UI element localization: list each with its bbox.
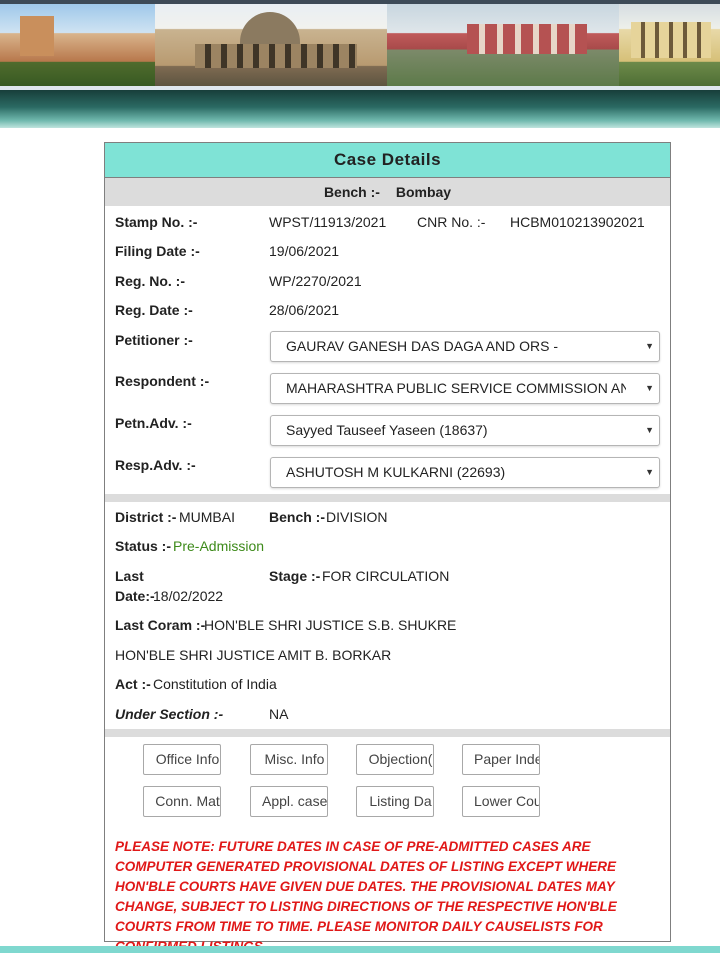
petn-adv-label: Petn.Adv. :- [115,415,192,431]
stamp-label: Stamp No. :- [115,214,198,230]
paper-index-button[interactable]: Paper Inde [462,744,540,775]
please-note-text: PLEASE NOTE: FUTURE DATES IN CASE OF PRE… [115,839,617,954]
reg-date-value: 28/06/2021 [269,302,340,318]
header-teal-bar [0,90,720,128]
section-divider-2 [105,729,670,737]
last-date-label: Last [115,568,144,584]
dropdown-caret-icon: ▼ [645,425,654,435]
resp-adv-select[interactable]: ASHUTOSH M KULKARNI (22693) ▼ [270,457,660,488]
office-info-button[interactable]: Office Info [143,744,221,775]
last-date-label-2: Date:- [115,588,155,604]
coram-value-2: HON'BLE SHRI JUSTICE AMIT B. BORKAR [115,647,392,663]
petn-adv-selected-value: Sayyed Tauseef Yaseen (18637) [286,422,488,438]
district-value: MUMBAI [179,509,235,525]
reg-no-label: Reg. No. :- [115,273,185,289]
petn-adv-select[interactable]: Sayyed Tauseef Yaseen (18637) ▼ [270,415,660,446]
misc-info-button[interactable]: Misc. Info [250,744,328,775]
objection-button[interactable]: Objection( [356,744,434,775]
respondent-label: Respondent :- [115,373,210,389]
district-label: District :- [115,509,177,525]
case-details-panel: Case Details Bench :- Bombay Stamp No. :… [104,142,671,954]
act-value: Constitution of India [153,676,277,692]
bench-row: Bench :- Bombay [105,178,670,206]
header-banner [0,0,720,90]
cnr-value: HCBM010213902021 [510,214,645,230]
dropdown-caret-icon: ▼ [645,467,654,477]
status-value: Pre-Admission [173,538,265,554]
banner-photo-high-court [0,4,155,86]
petitioner-select[interactable]: GAURAV GANESH DAS DAGA AND ORS - ▼ [270,331,660,362]
respondent-selected-value: MAHARASHTRA PUBLIC SERVICE COMMISSION AN… [286,380,626,396]
cnr-label: CNR No. :- [417,214,486,230]
last-date-value: 18/02/2022 [153,588,224,604]
division-bench-label: Bench :- [269,509,325,525]
reg-date-label: Reg. Date :- [115,302,193,318]
stage-value: FOR CIRCULATION [322,568,450,584]
bench-value: Bombay [395,184,452,200]
footer-teal-bar [0,946,720,953]
bench-label: Bench :- [323,184,380,200]
petitioner-selected-value: GAURAV GANESH DAS DAGA AND ORS - [286,338,559,354]
conn-matters-button[interactable]: Conn. Mat [143,786,221,817]
resp-adv-label: Resp.Adv. :- [115,457,196,473]
banner-photo-domed-building [155,4,387,86]
filing-label: Filing Date :- [115,243,200,259]
under-section-value: NA [269,706,289,722]
banner-photo-red-building [387,4,619,86]
act-label: Act :- [115,676,151,692]
division-bench-value: DIVISION [326,509,388,525]
resp-adv-selected-value: ASHUTOSH M KULKARNI (22693) [286,464,506,480]
dropdown-caret-icon: ▼ [645,341,654,351]
stamp-value: WPST/11913/2021 [269,214,387,230]
coram-label: Last Coram :- [115,617,206,633]
dropdown-caret-icon: ▼ [645,383,654,393]
status-label: Status :- [115,538,171,554]
respondent-select[interactable]: MAHARASHTRA PUBLIC SERVICE COMMISSION AN… [270,373,660,404]
lower-court-button[interactable]: Lower Cou [462,786,540,817]
under-section-label: Under Section :- [115,706,224,722]
petitioner-label: Petitioner :- [115,332,193,348]
reg-no-value: WP/2270/2021 [269,273,362,289]
banner-photo-yellow-building [619,4,720,86]
stage-label: Stage :- [269,568,321,584]
section-divider [105,494,670,502]
listing-dates-button[interactable]: Listing Da [356,786,434,817]
filing-value: 19/06/2021 [269,243,340,259]
appl-case-button[interactable]: Appl. case [250,786,328,817]
panel-title: Case Details [105,143,670,178]
coram-value-1: HON'BLE SHRI JUSTICE S.B. SHUKRE [204,617,457,633]
